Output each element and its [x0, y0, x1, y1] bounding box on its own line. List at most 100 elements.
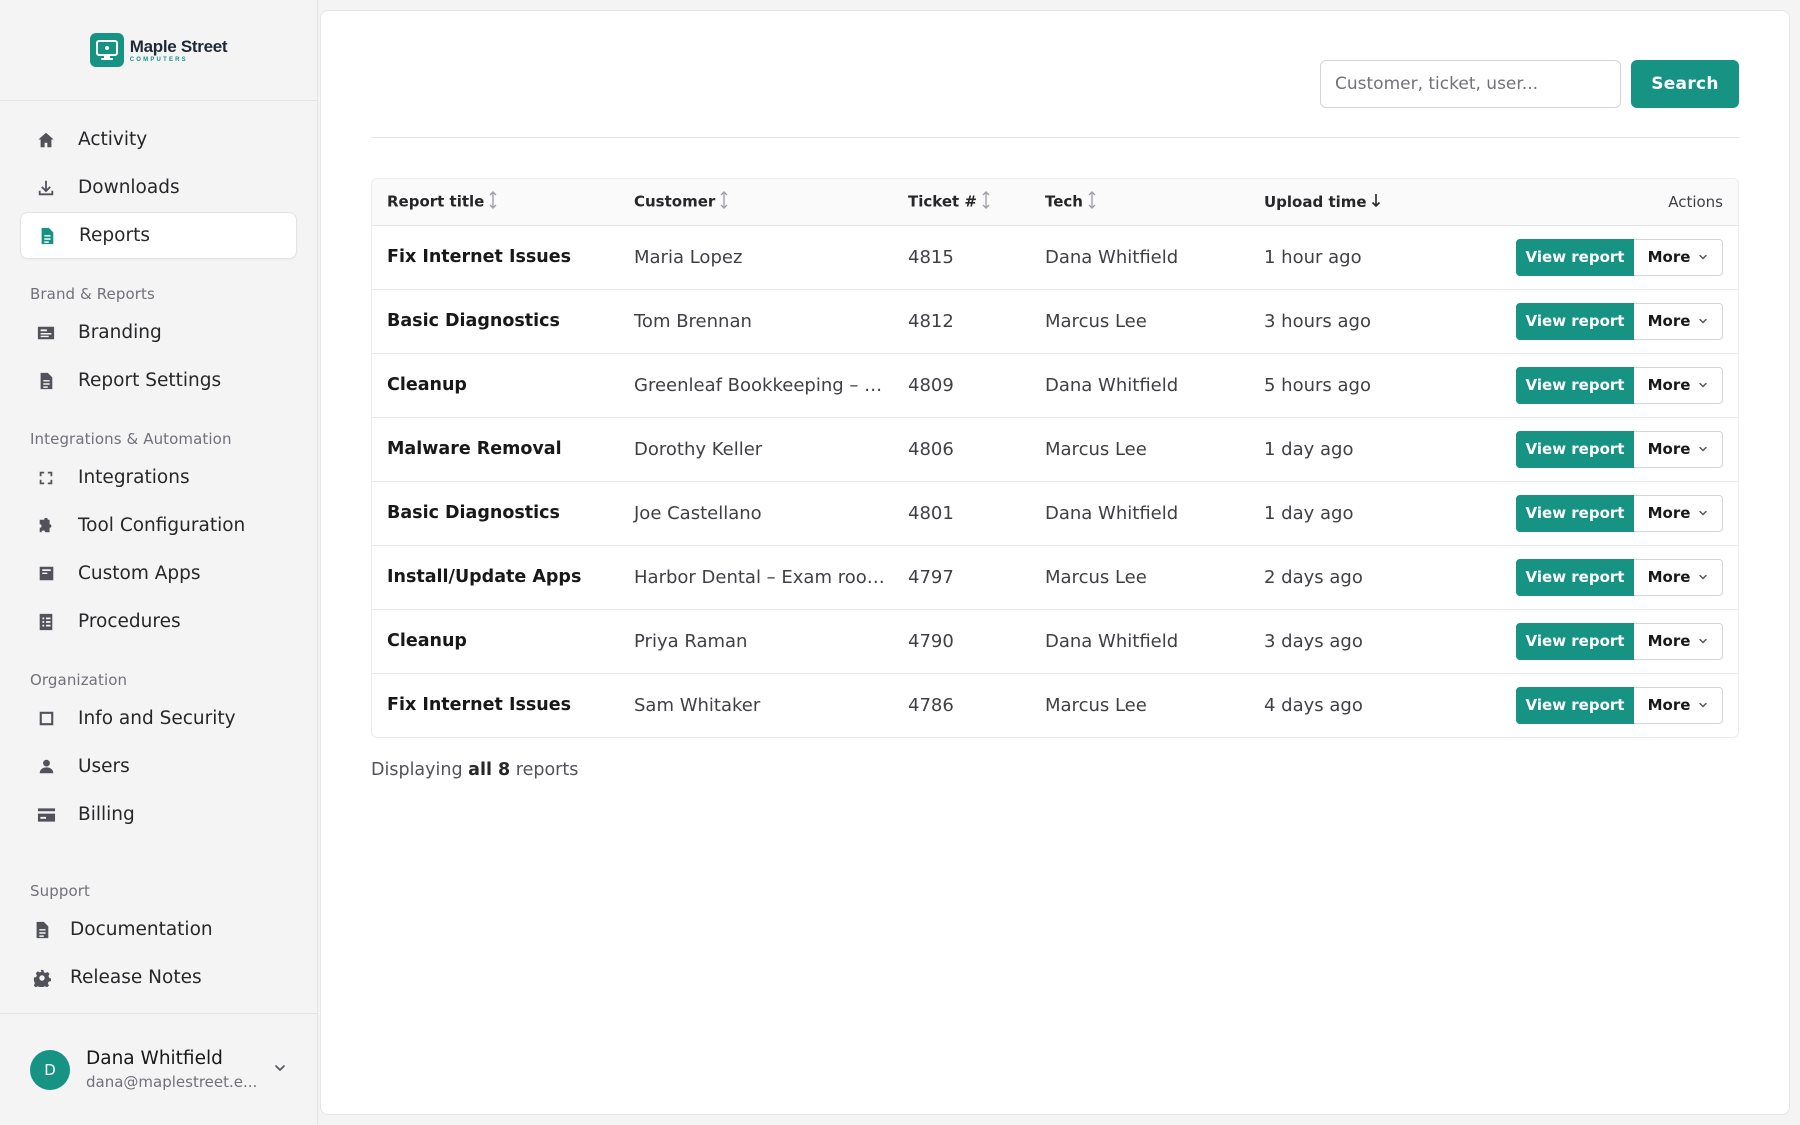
sidebar-section-brand-and-reports: Brand & Reports: [30, 285, 155, 303]
table-row: Cleanup Greenleaf Bookkeeping – O... 4809 D…: [372, 353, 1738, 417]
sidebar-item-label: Activity: [78, 129, 148, 150]
report-title-cell: Basic Diagnostics: [387, 503, 560, 523]
table-row: Install/Update Apps Harbor Dental – Exam …: [372, 545, 1738, 609]
upload-time-cell: 3 hours ago: [1264, 310, 1371, 332]
search-bar: Search: [371, 60, 1739, 138]
sidebar-item-integrations[interactable]: Integrations: [20, 454, 297, 501]
row-actions: View report More: [1516, 558, 1723, 596]
document-icon: [32, 920, 52, 940]
chevron-down-icon[interactable]: [273, 1060, 287, 1079]
tech-cell: Dana Whitfield: [1045, 502, 1179, 524]
sidebar-item-info-and-security[interactable]: Info and Security: [20, 695, 297, 742]
user-name: Dana Whitfield: [86, 1047, 223, 1069]
puzzle-icon: [36, 516, 56, 536]
actions-cell: View report More: [1499, 545, 1738, 609]
tech-cell: Dana Whitfield: [1045, 374, 1179, 396]
arrow-down-icon: [1371, 193, 1381, 211]
sidebar-item-downloads[interactable]: Downloads: [20, 164, 297, 211]
search-input[interactable]: [1320, 60, 1621, 108]
more-dropdown-button[interactable]: More: [1634, 302, 1723, 340]
more-dropdown-button[interactable]: More: [1634, 686, 1723, 724]
customer-cell: Joe Castellano: [634, 502, 762, 524]
view-report-button[interactable]: View report: [1516, 494, 1634, 532]
sidebar-item-release-notes[interactable]: Release Notes: [20, 954, 297, 1001]
view-report-button[interactable]: View report: [1516, 366, 1634, 404]
sidebar-item-label: Info and Security: [78, 708, 236, 729]
table-row: Fix Internet Issues Sam Whitaker 4786 Marcu…: [372, 673, 1738, 737]
actions-cell: View report More: [1499, 481, 1738, 545]
more-dropdown-button[interactable]: More: [1634, 494, 1723, 532]
document-icon: [36, 371, 56, 391]
user-menu[interactable]: D Dana Whitfield dana@maplestreet.e...: [0, 1013, 317, 1125]
chevron-down-icon: [1698, 568, 1708, 586]
more-dropdown-button[interactable]: More: [1634, 238, 1723, 276]
customer-cell: Dorothy Keller: [634, 438, 763, 460]
sidebar-item-label: Billing: [78, 804, 135, 825]
more-dropdown-button[interactable]: More: [1634, 430, 1723, 468]
customer-cell: Priya Raman: [634, 630, 748, 652]
row-actions: View report More: [1516, 686, 1723, 724]
table-row: Fix Internet Issues Maria Lopez 4815 Dana W…: [372, 225, 1738, 289]
column-header-customer[interactable]: Customer: [619, 179, 893, 225]
sidebar-item-reports[interactable]: Reports: [20, 212, 297, 259]
brand-logo[interactable]: Maple Street COMPUTERS: [89, 33, 228, 67]
sidebar-item-report-settings[interactable]: Report Settings: [20, 357, 297, 404]
actions-cell: View report More: [1499, 353, 1738, 417]
tech-cell: Marcus Lee: [1045, 310, 1147, 332]
document-icon: [37, 226, 57, 246]
view-report-button[interactable]: View report: [1516, 622, 1634, 660]
actions-cell: View report More: [1499, 673, 1738, 737]
ticket-cell: 4786: [908, 694, 954, 716]
report-title-cell: Fix Internet Issues: [387, 247, 572, 267]
app-root: Maple Street COMPUTERS Activity Downloads…: [0, 0, 1800, 1125]
upload-time-cell: 3 days ago: [1264, 630, 1363, 652]
chevron-down-icon: [1698, 632, 1708, 650]
column-header-upload-time[interactable]: Upload time: [1249, 179, 1499, 225]
ticket-cell: 4801: [908, 502, 954, 524]
report-title-cell: Basic Diagnostics: [387, 311, 560, 331]
row-actions: View report More: [1516, 622, 1723, 660]
column-header-ticket[interactable]: Ticket #: [893, 179, 1030, 225]
table-row: Basic Diagnostics Tom Brennan 4812 Marcus L…: [372, 289, 1738, 353]
sidebar-item-label: Downloads: [78, 177, 180, 198]
report-title-cell: Cleanup: [387, 631, 467, 651]
sort-icon: [981, 190, 991, 213]
sidebar-item-billing[interactable]: Billing: [20, 791, 297, 838]
sidebar-item-activity[interactable]: Activity: [20, 116, 297, 163]
customer-cell: Sam Whitaker: [634, 694, 761, 716]
chevron-down-icon: [1698, 312, 1708, 330]
view-report-button[interactable]: View report: [1516, 430, 1634, 468]
sidebar-item-tool-configuration[interactable]: Tool Configuration: [20, 502, 297, 549]
sidebar-item-label: Reports: [79, 225, 150, 246]
more-dropdown-button[interactable]: More: [1634, 622, 1723, 660]
view-report-button[interactable]: View report: [1516, 558, 1634, 596]
gear-icon: [32, 968, 52, 988]
search-button[interactable]: Search: [1631, 60, 1739, 108]
view-report-button[interactable]: View report: [1516, 238, 1634, 276]
sidebar-item-custom-apps[interactable]: Custom Apps: [20, 550, 297, 597]
report-title-cell: Cleanup: [387, 375, 467, 395]
tech-cell: Marcus Lee: [1045, 566, 1147, 588]
sidebar-item-label: Documentation: [70, 919, 213, 940]
column-header-tech[interactable]: Tech: [1030, 179, 1249, 225]
upload-time-cell: 2 days ago: [1264, 566, 1363, 588]
actions-cell: View report More: [1499, 225, 1738, 289]
upload-time-cell: 1 day ago: [1264, 502, 1354, 524]
customer-cell: Tom Brennan: [634, 310, 752, 332]
sidebar-item-procedures[interactable]: Procedures: [20, 598, 297, 645]
reports-table: Report title Customer Ticket # Tech Uplo…: [371, 178, 1739, 738]
report-title-cell: Install/Update Apps: [387, 567, 582, 587]
sidebar-item-label: Procedures: [78, 611, 181, 632]
more-dropdown-button[interactable]: More: [1634, 366, 1723, 404]
view-report-button[interactable]: View report: [1516, 686, 1634, 724]
sidebar-item-branding[interactable]: Branding: [20, 309, 297, 356]
column-header-report-title[interactable]: Report title: [372, 179, 619, 225]
more-dropdown-button[interactable]: More: [1634, 558, 1723, 596]
view-report-button[interactable]: View report: [1516, 302, 1634, 340]
actions-cell: View report More: [1499, 289, 1738, 353]
sidebar-item-label: Custom Apps: [78, 563, 201, 584]
main-panel: Search Report title Customer Ticket # Te…: [320, 10, 1790, 1115]
sidebar-item-users[interactable]: Users: [20, 743, 297, 790]
sidebar-item-label: Integrations: [78, 467, 190, 488]
sidebar-item-documentation[interactable]: Documentation: [20, 906, 297, 953]
